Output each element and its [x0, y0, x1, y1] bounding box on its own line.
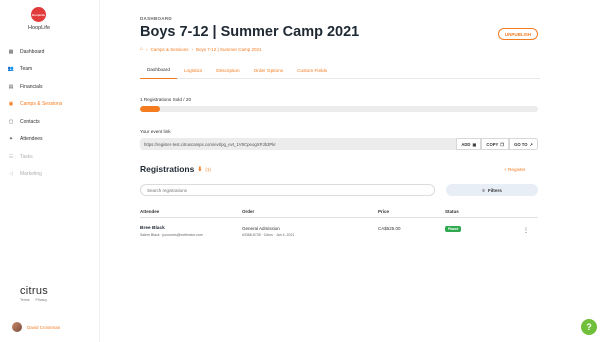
sidebar-item-label: Tasks	[20, 153, 33, 160]
copy-icon: ❐	[500, 141, 505, 147]
megaphone-icon: ◁	[9, 171, 13, 178]
sidebar-item-contacts[interactable]: ▢ Contacts	[0, 113, 100, 131]
calendar-icon: ▣	[8, 101, 14, 108]
download-icon[interactable]: ⬇	[197, 166, 202, 173]
grid-icon: ▦	[8, 48, 14, 55]
status-cell: Placed	[445, 226, 462, 232]
order-name: General Admission	[242, 226, 280, 231]
citrus-logo: citrus	[20, 285, 49, 297]
contacts-icon: ▢	[8, 118, 14, 125]
logo-text: HoopLife	[32, 12, 45, 17]
tab-dashboard[interactable]: Dashboard	[140, 61, 177, 79]
sidebar-item-marketing[interactable]: ◁ Marketing	[0, 166, 100, 184]
registrations-progress-bar	[140, 106, 538, 112]
breadcrumb-current: Boys 7-12 | Summer Camp 2021	[196, 46, 262, 52]
status-badge: Placed	[445, 226, 462, 232]
sidebar-nav: ▦ Dashboard 👥 Team ▤ Financials ▣ Camps …	[0, 43, 100, 183]
registrations-count: (1)	[205, 166, 211, 172]
page-kicker: DASHBOARD	[140, 16, 172, 21]
unpublish-button[interactable]: UNPUBLISH	[498, 28, 538, 40]
user-name: David Crossman	[27, 324, 61, 330]
sidebar-item-tasks[interactable]: ☰ Tasks	[0, 148, 100, 166]
tab-bar: Dashboard Logistics Description Order Op…	[140, 61, 540, 79]
column-price[interactable]: Price	[378, 209, 389, 214]
price-cell: CA$525.00	[378, 226, 401, 231]
column-order[interactable]: Order	[242, 209, 254, 214]
copy-link-button[interactable]: COPY ❐	[481, 138, 510, 150]
table-row[interactable]: Bree Black Salem Black · jucourms@methra…	[140, 222, 538, 244]
tab-order-options[interactable]: Order Options	[247, 61, 290, 79]
table-header: Attendee Order Price Status	[140, 208, 538, 218]
sidebar-item-label: Financials	[20, 83, 43, 90]
attendee-icon: ✦	[8, 136, 14, 143]
event-link-url[interactable]: https://register-test.citruscamps.com/ev…	[140, 142, 456, 147]
legal-links: Terms Privacy	[20, 298, 47, 302]
sidebar-item-label: Team	[20, 66, 33, 73]
tab-description[interactable]: Description	[209, 61, 246, 79]
event-link-box: https://register-test.citruscamps.com/ev…	[140, 138, 538, 150]
attendee-contact: Salem Black · jucourms@methrator.com	[140, 233, 203, 237]
filter-icon: ≡	[482, 187, 485, 193]
breadcrumb-separator: ›	[146, 46, 148, 52]
registrations-title: Registrations	[140, 164, 195, 174]
sidebar-item-dashboard[interactable]: ▦ Dashboard	[0, 43, 100, 61]
more-options-icon[interactable]: ⋮	[523, 227, 529, 234]
registrations-heading: Registrations ⬇ (1)	[140, 164, 211, 174]
breadcrumb-separator: ›	[191, 46, 194, 52]
user-profile[interactable]: David Crossman	[12, 322, 60, 332]
sidebar: HoopLife HoopLife ▦ Dashboard 👥 Team ▤ F…	[0, 0, 100, 342]
attendee-cell: Bree Black Salem Black · jucourms@methra…	[140, 226, 203, 237]
hooplife-logo[interactable]: HoopLife	[31, 7, 46, 22]
privacy-link[interactable]: Privacy	[36, 298, 47, 302]
go-to-link-button[interactable]: GO TO ↗	[509, 138, 538, 150]
tab-custom-fields[interactable]: Custom Fields	[290, 61, 334, 79]
home-icon[interactable]: ⌂	[140, 46, 143, 52]
attendee-name[interactable]: Bree Black	[140, 226, 203, 231]
sidebar-item-label: Attendees	[20, 136, 43, 143]
sidebar-item-camps-sessions[interactable]: ▣ Camps & Sessions	[0, 96, 100, 114]
calendar-icon: ▣	[472, 141, 477, 147]
sidebar-item-financials[interactable]: ▤ Financials	[0, 78, 100, 96]
external-link-icon: ↗	[529, 141, 533, 147]
filters-label: Filters	[487, 187, 502, 193]
breadcrumb: ⌂ › Camps & Sessions › Boys 7-12 | Summe…	[140, 46, 262, 52]
help-icon[interactable]: ?	[581, 319, 597, 335]
sidebar-item-team[interactable]: 👥 Team	[0, 61, 100, 79]
sidebar-item-label: Contacts	[20, 118, 40, 125]
brand-name: HoopLife	[27, 25, 51, 31]
filters-button[interactable]: ≡ Filters	[446, 184, 538, 196]
column-attendee[interactable]: Attendee	[140, 209, 159, 214]
tasks-icon: ☰	[8, 153, 14, 160]
order-details: #3368-8735 · Citrus · Jan 4, 2021	[242, 233, 295, 237]
add-calendar-button[interactable]: ADD ▣	[456, 138, 482, 150]
terms-link[interactable]: Terms	[20, 298, 30, 302]
progress-fill	[140, 106, 160, 112]
search-registrations-input[interactable]	[140, 184, 435, 196]
order-cell: General Admission #3368-8735 · Citrus · …	[242, 226, 294, 237]
avatar	[12, 322, 22, 332]
registrations-sold-label: 1 Registrations Sold / 20	[140, 97, 192, 102]
event-link-label: Your event link	[140, 129, 171, 134]
register-button[interactable]: + Register	[504, 167, 526, 172]
sidebar-item-attendees[interactable]: ✦ Attendees	[0, 131, 100, 149]
breadcrumb-camps-sessions[interactable]: Camps & Sessions	[151, 47, 189, 52]
tab-logistics[interactable]: Logistics	[177, 61, 209, 79]
column-status[interactable]: Status	[445, 209, 459, 214]
team-icon: 👥	[7, 66, 15, 73]
sidebar-item-label: Dashboard	[20, 48, 45, 55]
sidebar-item-label: Marketing	[20, 171, 42, 178]
copy-label: COPY	[486, 141, 499, 147]
add-label: ADD	[461, 141, 471, 147]
document-icon: ▤	[8, 83, 14, 90]
goto-label: GO TO	[514, 141, 528, 147]
sidebar-item-label: Camps & Sessions	[20, 101, 63, 108]
page-title: Boys 7-12 | Summer Camp 2021	[140, 24, 360, 40]
